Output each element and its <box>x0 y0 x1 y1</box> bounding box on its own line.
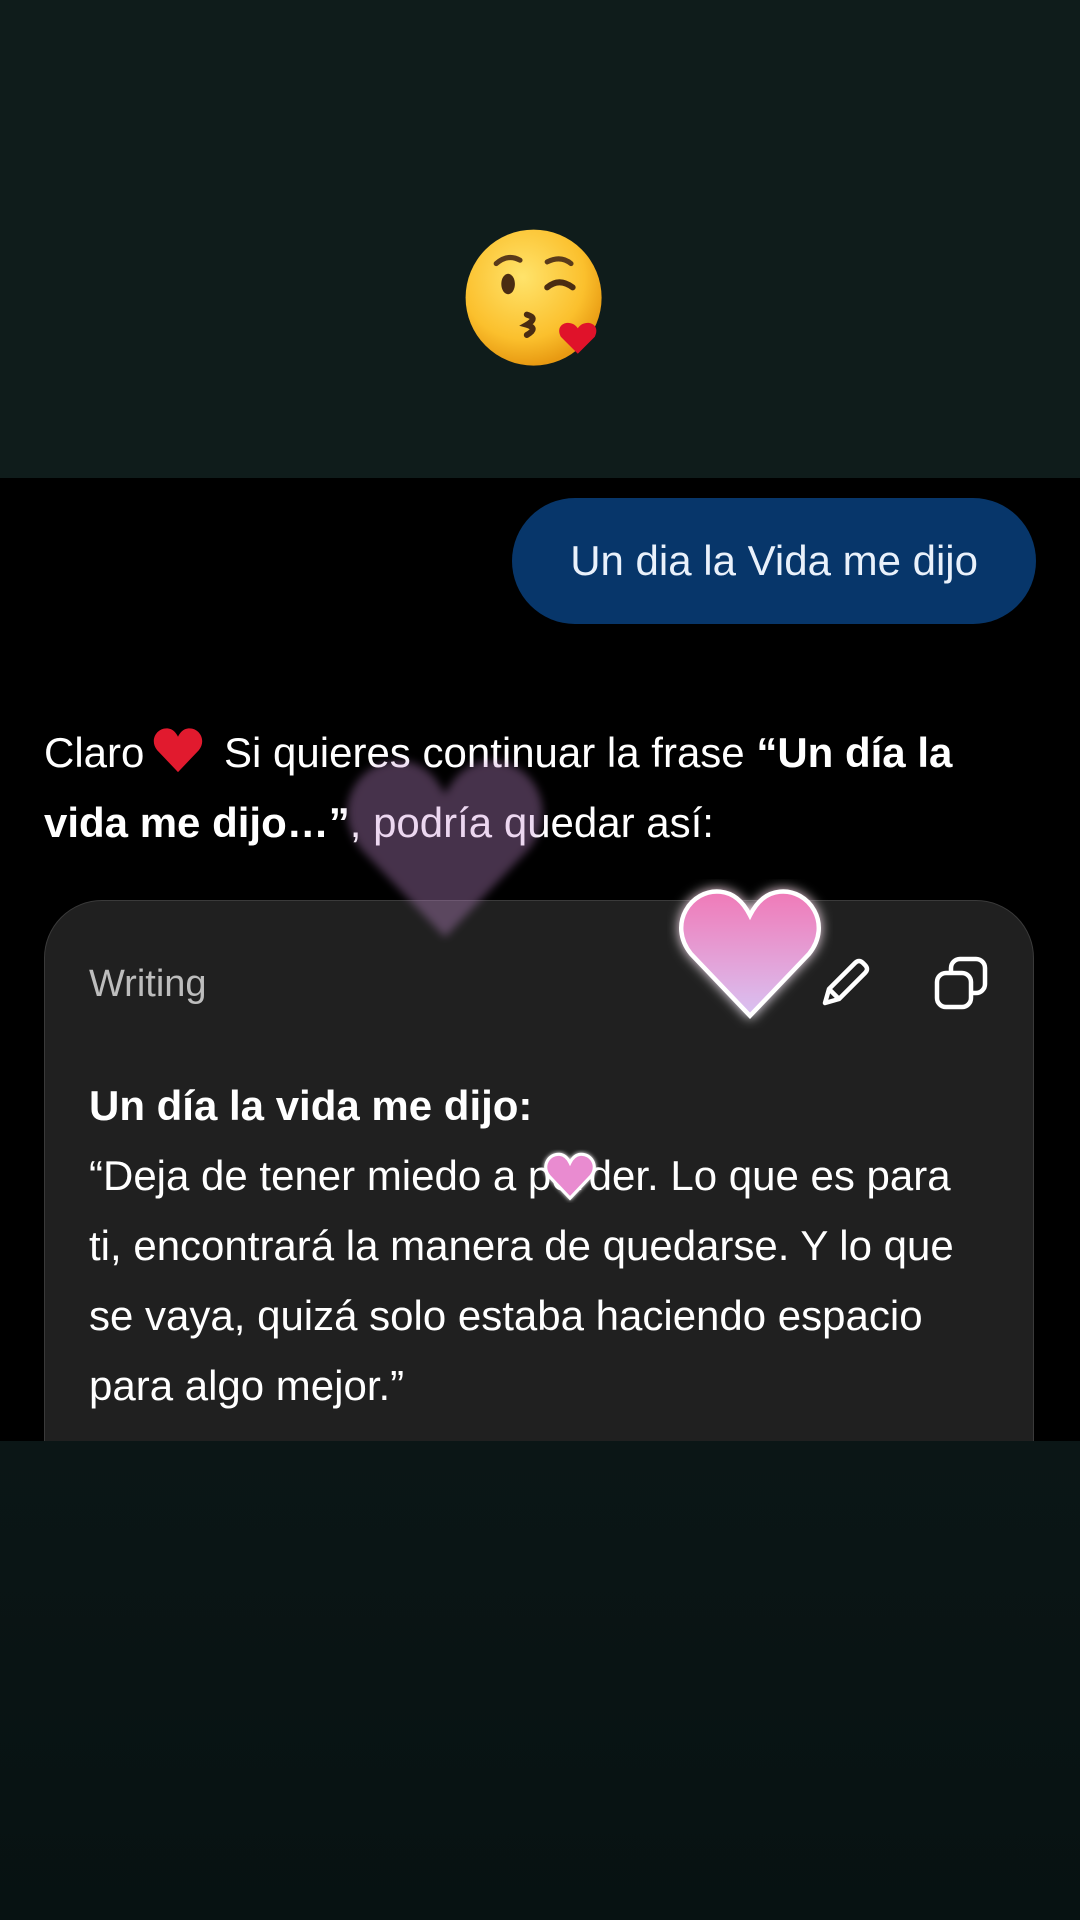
card-label: Writing <box>89 963 207 1005</box>
reply-intro: Claro <box>44 729 145 776</box>
pencil-icon[interactable] <box>815 953 875 1013</box>
card-title: Un día la vida me dijo: <box>89 1082 533 1129</box>
bottom-band <box>0 1441 1080 1920</box>
reply-text-before: Si quieres continuar la frase <box>212 729 757 776</box>
reply-text-after: , podría quedar así: <box>349 799 714 846</box>
face-blowing-kiss-icon <box>465 229 602 366</box>
copy-icon[interactable] <box>931 953 991 1013</box>
writing-card: Writing Un día la vida me dijo: “Deja de… <box>44 900 1034 1441</box>
assistant-reply: Claro Si quieres continuar la frase “Un … <box>44 718 1024 858</box>
top-band <box>0 0 1080 478</box>
user-message-bubble[interactable]: Un dia la Vida me dijo <box>512 498 1036 624</box>
red-heart-icon <box>154 728 203 773</box>
card-text: “Deja de tener miedo a perder. Lo que es… <box>89 1152 954 1409</box>
chat-area: Un dia la Vida me dijo Claro Si quieres … <box>0 478 1080 1441</box>
card-body: Un día la vida me dijo: “Deja de tener m… <box>89 1071 989 1421</box>
